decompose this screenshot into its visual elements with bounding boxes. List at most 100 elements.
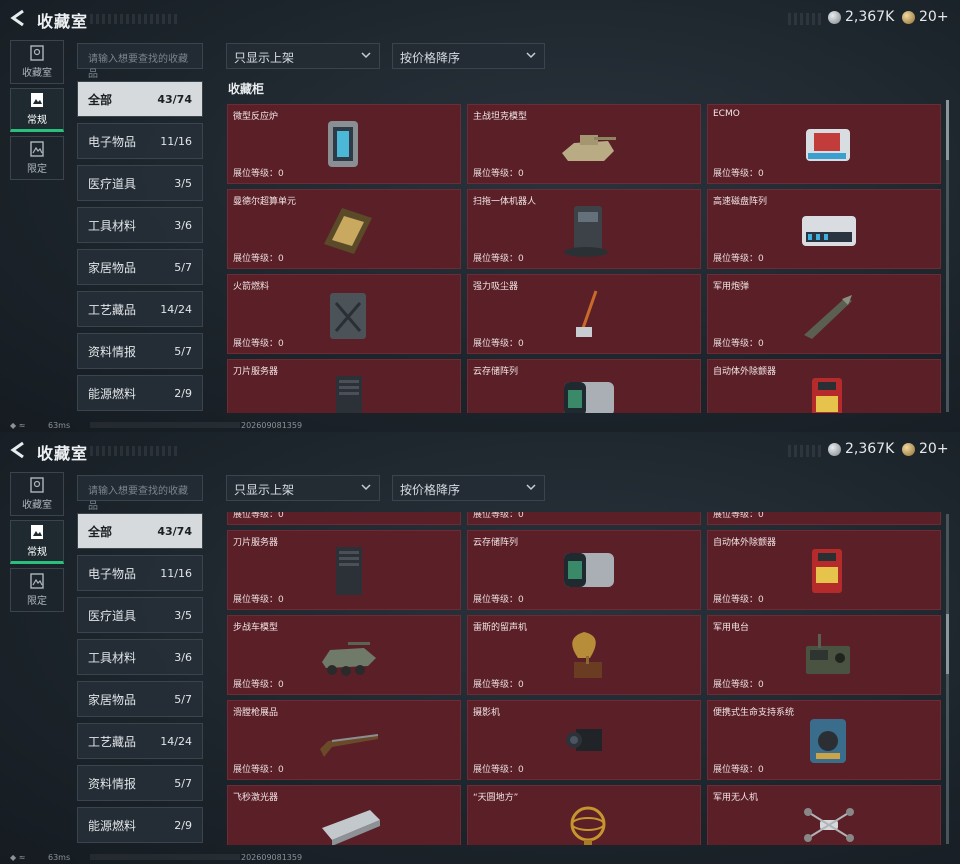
collection-card[interactable]: ECMO 展位等级：0 bbox=[707, 104, 941, 184]
display-level-text: 展位等级：0 bbox=[473, 254, 524, 264]
screen-frame-2: 收藏室 2,367K 20+ 收藏室 常规 限定 请输入想要查找的收藏品 全部 4… bbox=[0, 432, 960, 864]
collection-card[interactable]: 云存储阵列展位等级：0 bbox=[467, 530, 701, 610]
category-intel[interactable]: 资料情报 5/7 bbox=[77, 765, 203, 801]
search-input[interactable]: 请输入想要查找的收藏品 bbox=[77, 475, 203, 512]
chevron-down-icon bbox=[526, 52, 536, 59]
collection-card[interactable]: 强力吸尘器 展位等级：0 bbox=[467, 274, 701, 354]
collection-card[interactable]: 云存储阵列展位等级：0 bbox=[467, 359, 701, 413]
rail-item-regular[interactable]: 常规 bbox=[10, 88, 64, 132]
sort-dropdown[interactable]: 按价格降序 bbox=[392, 43, 545, 69]
collection-card[interactable]: 微型反应炉 展位等级：0 bbox=[227, 104, 461, 184]
item-name: 滑膛枪展品 bbox=[233, 708, 279, 718]
category-intel[interactable]: 资料情报 5/7 bbox=[77, 333, 203, 369]
display-level-text: 展位等级：0 bbox=[233, 254, 284, 264]
scrollbar[interactable] bbox=[946, 514, 949, 844]
chevron-down-icon bbox=[526, 484, 536, 491]
collection-card[interactable]: 自动体外除颤器展位等级：0 bbox=[707, 359, 941, 413]
display-level-text: 展位等级：0 bbox=[713, 765, 764, 775]
back-arrow-icon[interactable] bbox=[8, 440, 28, 460]
shelf-filter-dropdown[interactable]: 只显示上架 bbox=[226, 475, 380, 501]
scrollbar[interactable] bbox=[946, 100, 949, 412]
chip-icon bbox=[324, 208, 372, 254]
status-footer: ◆ ≈ 63ms 202609081359 bbox=[0, 418, 960, 432]
rail-item-limited[interactable]: 限定 bbox=[10, 568, 64, 612]
sort-dropdown[interactable]: 按价格降序 bbox=[392, 475, 545, 501]
wifi-icon: ◆ ≈ bbox=[10, 853, 26, 862]
collection-card[interactable]: 刀片服务器展位等级：0 bbox=[227, 359, 461, 413]
shell-icon bbox=[804, 295, 852, 339]
search-input[interactable]: 请输入想要查找的收藏品 bbox=[77, 43, 203, 80]
category-electronics[interactable]: 电子物品 11/16 bbox=[77, 555, 203, 591]
rail-item-collection-room[interactable]: 收藏室 bbox=[10, 40, 64, 84]
category-medical[interactable]: 医疗道具 3/5 bbox=[77, 597, 203, 633]
scrollbar-thumb[interactable] bbox=[946, 100, 949, 160]
category-crafts[interactable]: 工艺藏品 14/24 bbox=[77, 291, 203, 327]
shelf-filter-dropdown[interactable]: 只显示上架 bbox=[226, 43, 380, 69]
collection-card[interactable]: 军用炮弹 展位等级：0 bbox=[707, 274, 941, 354]
footer-bar bbox=[90, 854, 240, 860]
page-title: 收藏室 bbox=[37, 12, 89, 31]
category-electronics[interactable]: 电子物品 11/16 bbox=[77, 123, 203, 159]
reactor-icon bbox=[328, 121, 358, 167]
category-household[interactable]: 家居物品 5/7 bbox=[77, 249, 203, 285]
category-all[interactable]: 全部 43/74 bbox=[77, 81, 203, 117]
collection-card[interactable]: 摄影机 展位等级：0 bbox=[467, 700, 701, 780]
header: 收藏室 2,367K 20+ bbox=[0, 432, 960, 468]
category-household[interactable]: 家居物品 5/7 bbox=[77, 681, 203, 717]
collection-card[interactable]: 扫拖一体机器人 展位等级：0 bbox=[467, 189, 701, 269]
display-level-text: 展位等级：0 bbox=[713, 169, 764, 179]
collection-card[interactable]: 军用电台 展位等级：0 bbox=[707, 615, 941, 695]
cloud-storage-icon bbox=[564, 382, 614, 413]
collection-card-partial[interactable]: 展位等级：0 bbox=[227, 512, 461, 525]
collection-card[interactable]: 滑膛枪展品 展位等级：0 bbox=[227, 700, 461, 780]
collection-card[interactable]: “天圆地方”展位等级：0 bbox=[467, 785, 701, 845]
chevron-down-icon bbox=[361, 484, 371, 491]
gold-currency[interactable]: 20+ bbox=[902, 441, 949, 457]
category-medical[interactable]: 医疗道具 3/5 bbox=[77, 165, 203, 201]
collection-card[interactable]: 军用无人机展位等级：0 bbox=[707, 785, 941, 845]
category-fuel[interactable]: 能源燃料 2/9 bbox=[77, 375, 203, 411]
currency-decoration bbox=[788, 445, 824, 457]
display-level-text: 展位等级：0 bbox=[713, 680, 764, 690]
category-fuel[interactable]: 能源燃料 2/9 bbox=[77, 807, 203, 843]
collection-card[interactable]: 便携式生命支持系统 展位等级：0 bbox=[707, 700, 941, 780]
robot-cleaner-icon bbox=[564, 206, 608, 257]
disk-array-icon bbox=[802, 216, 856, 246]
display-level-text: 展位等级：0 bbox=[473, 595, 524, 605]
collection-card[interactable]: 高速磁盘阵列 展位等级：0 bbox=[707, 189, 941, 269]
item-name: 摄影机 bbox=[473, 708, 501, 718]
ifv-icon bbox=[322, 642, 376, 676]
item-grid: 展位等级：0 展位等级：0 展位等级：0 刀片服务器 展位等级：0 云存储阵列 展位等级：0… bbox=[227, 512, 941, 845]
scrollbar-thumb[interactable] bbox=[946, 614, 949, 674]
section-title: 收藏柜 bbox=[228, 82, 265, 96]
collection-card[interactable]: 雷斯的留声机 展位等级：0 bbox=[467, 615, 701, 695]
category-all[interactable]: 全部 43/74 bbox=[77, 513, 203, 549]
display-level-text: 展位等级：0 bbox=[713, 595, 764, 605]
collection-card-partial[interactable]: 展位等级：0 bbox=[467, 512, 701, 525]
category-tools[interactable]: 工具材料 3/6 bbox=[77, 207, 203, 243]
collection-card[interactable]: 刀片服务器展位等级：0 bbox=[227, 530, 461, 610]
left-rail: 收藏室 常规 限定 bbox=[10, 472, 64, 616]
gold-currency[interactable]: 20+ bbox=[902, 9, 949, 25]
vacuum-icon bbox=[576, 290, 598, 337]
collection-card-partial[interactable]: 展位等级：0 bbox=[707, 512, 941, 525]
title-decoration bbox=[90, 446, 180, 456]
collection-card[interactable]: 步战车模型 展位等级：0 bbox=[227, 615, 461, 695]
display-level-text: 展位等级：0 bbox=[233, 512, 284, 520]
item-name: 主战坦克模型 bbox=[473, 112, 528, 122]
item-name: 军用炮弹 bbox=[713, 282, 750, 292]
category-crafts[interactable]: 工艺藏品 14/24 bbox=[77, 723, 203, 759]
page-title: 收藏室 bbox=[37, 444, 89, 463]
collection-card[interactable]: 曼德尔超算单元 展位等级：0 bbox=[227, 189, 461, 269]
rail-item-collection-room[interactable]: 收藏室 bbox=[10, 472, 64, 516]
collection-card[interactable]: 自动体外除颤器展位等级：0 bbox=[707, 530, 941, 610]
collection-card[interactable]: 飞秒激光器展位等级：0 bbox=[227, 785, 461, 845]
collection-card[interactable]: 主战坦克模型 展位等级：0 bbox=[467, 104, 701, 184]
item-name: 微型反应炉 bbox=[233, 112, 279, 122]
category-tools[interactable]: 工具材料 3/6 bbox=[77, 639, 203, 675]
limited-icon bbox=[30, 141, 44, 157]
collection-card[interactable]: 火箭燃料 展位等级：0 bbox=[227, 274, 461, 354]
rail-item-regular[interactable]: 常规 bbox=[10, 520, 64, 564]
back-arrow-icon[interactable] bbox=[8, 8, 28, 28]
rail-item-limited[interactable]: 限定 bbox=[10, 136, 64, 180]
